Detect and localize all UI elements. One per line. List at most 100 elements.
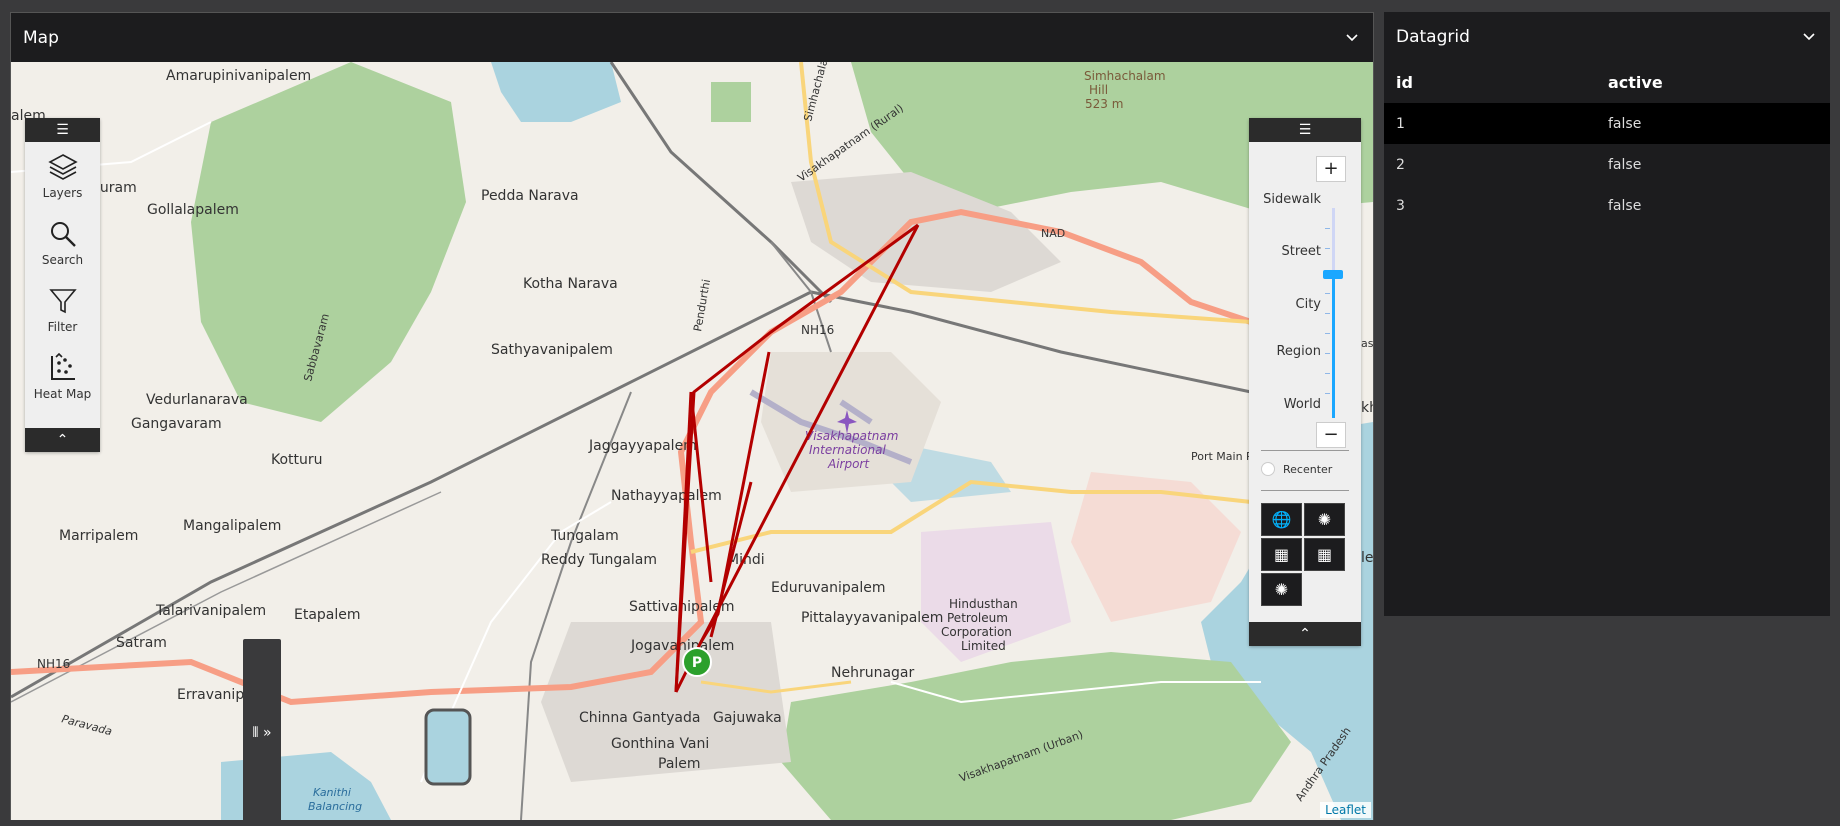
hamburger-icon: ☰ xyxy=(1298,122,1312,138)
toolbar-item-heat-map[interactable]: Heat Map xyxy=(25,343,100,410)
chevron-down-icon[interactable] xyxy=(1345,31,1359,45)
basemap-button-hybrid[interactable]: ✺ xyxy=(1261,573,1302,606)
column-header-id[interactable]: id xyxy=(1384,73,1608,92)
zoom-in-button[interactable]: + xyxy=(1316,156,1346,182)
zoom-tick xyxy=(1325,333,1330,334)
place-label: Amarupinivanipalem xyxy=(166,68,311,84)
zoom-control-panel: ☰ + Sidewalk Street City Region World − … xyxy=(1249,118,1361,646)
place-label: as xyxy=(1361,337,1373,350)
basemap-button-satellite[interactable]: ✺ xyxy=(1304,503,1345,536)
terrain-icon: ▦ xyxy=(1316,545,1333,564)
map-tiles: Amarupinivanipalem Gollalapalem Pedda Na… xyxy=(11,62,1373,820)
layers-icon xyxy=(47,153,78,180)
place-label: Hindusthan xyxy=(949,597,1018,611)
place-label: Jaggayyapalem xyxy=(588,438,697,454)
toolbar-menu-button[interactable]: ☰ xyxy=(25,118,100,142)
place-label: Pendurthi xyxy=(691,278,713,332)
place-label: Gonthina Vani xyxy=(611,736,709,752)
place-label: Palem xyxy=(658,756,701,772)
hybrid-icon: ✺ xyxy=(1274,580,1289,599)
place-label: Petroleum xyxy=(947,611,1008,625)
place-label: Reddy Tungalam xyxy=(541,552,657,568)
chevron-down-icon[interactable] xyxy=(1802,30,1816,44)
basemap-button-map[interactable]: ▦ xyxy=(1261,538,1302,571)
place-label: Pedda Narava xyxy=(481,188,579,204)
cell-id: 3 xyxy=(1396,197,1405,214)
recenter-radio[interactable] xyxy=(1261,462,1275,476)
zoom-slider-thumb[interactable] xyxy=(1323,270,1343,279)
globe-icon: 🌐 xyxy=(1271,510,1292,529)
divider xyxy=(1261,490,1349,491)
place-label: Marripalem xyxy=(59,528,138,544)
toolbar-collapse-button[interactable]: ⌃ xyxy=(25,428,100,452)
basemap-button-globe[interactable]: 🌐 xyxy=(1261,503,1302,536)
road-label: NH16 xyxy=(37,657,70,671)
map-panel-title: Map xyxy=(23,27,59,48)
zoom-tick xyxy=(1325,248,1330,249)
zoom-level-world[interactable]: World xyxy=(1284,397,1321,412)
toolbar-item-label: Layers xyxy=(42,185,83,200)
leaflet-attribution[interactable]: Leaflet xyxy=(1320,802,1371,818)
controls-collapse-button[interactable]: ⌃ xyxy=(1249,622,1361,646)
toolbar-item-search[interactable]: Search xyxy=(25,209,100,276)
place-label: Paravada xyxy=(60,712,113,738)
place-label: Corporation xyxy=(941,625,1012,639)
place-label: Gangavaram xyxy=(131,416,222,432)
marker-label: P xyxy=(692,655,702,671)
left-toolbar: ☰ Layers Search Filter Heat Map ⌃ xyxy=(25,118,100,452)
zoom-tick xyxy=(1325,313,1330,314)
place-label: Kanithi xyxy=(313,786,351,799)
basemap-button-terrain[interactable]: ▦ xyxy=(1304,538,1345,571)
place-label: kh xyxy=(1361,400,1373,416)
cell-id: 2 xyxy=(1396,156,1405,173)
recenter-toggle[interactable]: Recenter xyxy=(1261,462,1332,476)
cell-active: false xyxy=(1608,156,1642,173)
toolbar-item-label: Heat Map xyxy=(33,386,92,401)
zoom-level-city[interactable]: City xyxy=(1296,297,1321,312)
zoom-level-street[interactable]: Street xyxy=(1281,244,1321,259)
road-label: Simhachalam Road xyxy=(801,62,841,123)
table-row[interactable]: 1 false xyxy=(1384,103,1830,144)
datagrid-panel-header[interactable]: Datagrid xyxy=(1384,12,1830,61)
place-label: Gollalapalem xyxy=(147,202,239,218)
toolbar-item-filter[interactable]: Filter xyxy=(25,276,100,343)
place-label: Kotturu xyxy=(271,452,323,468)
zoom-tick xyxy=(1325,353,1330,354)
zoom-out-button[interactable]: − xyxy=(1316,422,1346,448)
toolbar-item-label: Search xyxy=(41,252,84,267)
place-label: Gajuwaka xyxy=(713,710,782,726)
place-label: Tungalam xyxy=(550,528,619,544)
zoom-tick xyxy=(1325,228,1330,229)
table-row[interactable]: 2 false xyxy=(1384,144,1830,185)
place-label: Visakhapatnam xyxy=(805,429,898,443)
place-label: le xyxy=(1361,550,1373,566)
place-label: NAD xyxy=(1041,227,1065,240)
column-header-active[interactable]: active xyxy=(1608,73,1830,92)
map-icon: ▦ xyxy=(1273,545,1290,564)
toolbar-item-layers[interactable]: Layers xyxy=(25,142,100,209)
satellite-icon: ✺ xyxy=(1317,510,1332,529)
datagrid-panel-title: Datagrid xyxy=(1396,26,1470,47)
table-row[interactable]: 3 false xyxy=(1384,185,1830,226)
road-label: NH16 xyxy=(801,323,834,337)
map-marker-icon[interactable]: P xyxy=(681,646,713,678)
cell-active: false xyxy=(1608,115,1642,132)
place-label: Mangalipalem xyxy=(183,518,281,534)
place-label: Vedurlanarava xyxy=(146,392,248,408)
cell-active: false xyxy=(1608,197,1642,214)
filter-icon xyxy=(48,288,77,313)
controls-menu-button[interactable]: ☰ xyxy=(1249,118,1361,142)
recenter-label: Recenter xyxy=(1283,462,1333,476)
zoom-tick xyxy=(1325,373,1330,374)
panel-slide-handle[interactable]: ⦀ » xyxy=(243,639,281,820)
place-label: Pittalayyavanipalem xyxy=(801,610,943,626)
divider xyxy=(1261,450,1349,451)
map-panel-header[interactable]: Map xyxy=(11,13,1373,62)
zoom-level-region[interactable]: Region xyxy=(1276,344,1321,359)
zoom-slider-fill xyxy=(1332,274,1335,418)
place-label: Airport xyxy=(827,457,870,471)
place-label: Chinna Gantyada xyxy=(579,710,700,726)
zoom-level-sidewalk[interactable]: Sidewalk xyxy=(1263,192,1321,207)
map-canvas[interactable]: Amarupinivanipalem Gollalapalem Pedda Na… xyxy=(11,62,1373,820)
heat-map-icon xyxy=(50,352,75,380)
